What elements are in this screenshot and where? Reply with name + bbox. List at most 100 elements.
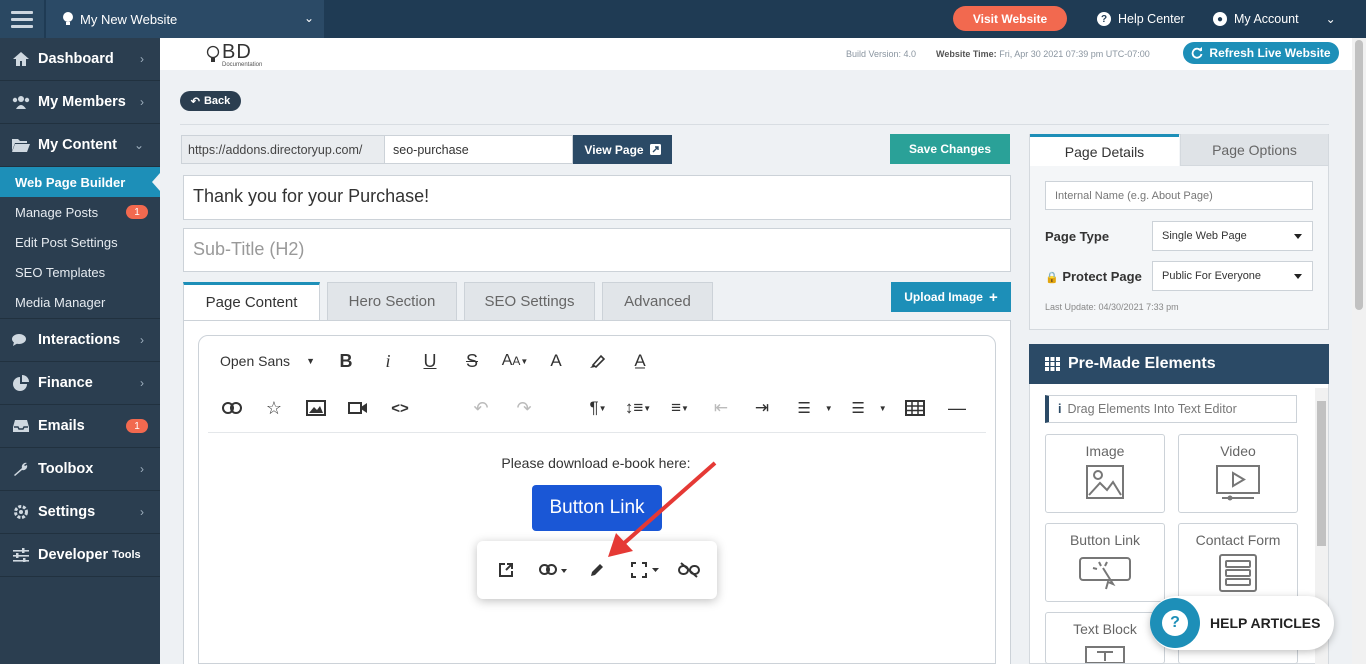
my-content-submenu: Web Page Builder Manage Posts 1 Edit Post… <box>0 167 160 319</box>
underline-icon[interactable]: U <box>420 349 440 373</box>
strikethrough-icon[interactable]: S <box>462 349 482 373</box>
inbox-icon <box>12 419 30 433</box>
page-title-input[interactable]: Thank you for your Purchase! <box>183 175 1011 220</box>
refresh-icon <box>1192 47 1203 59</box>
sidebar-subitem-label: Manage Posts <box>15 204 99 220</box>
font-family-dropdown[interactable]: Open Sans ▼ <box>220 349 324 373</box>
code-view-icon[interactable]: <> <box>389 397 411 419</box>
sliders-icon <box>12 548 30 562</box>
lock-icon: 🔒 <box>1045 272 1059 284</box>
sidebar-subitem-media-manager[interactable]: Media Manager <box>0 287 160 319</box>
sidebar-item-finance[interactable]: Finance › <box>0 362 160 405</box>
sidebar-item-label: Emails <box>38 418 85 434</box>
sidebar-item-my-content[interactable]: My Content ⌄ <box>0 124 160 167</box>
website-selector[interactable]: My New Website ⌄ <box>46 0 324 38</box>
clear-format-icon[interactable]: A̲ <box>630 349 650 373</box>
save-changes-button[interactable]: Save Changes <box>890 134 1010 164</box>
sidebar-subitem-web-page-builder[interactable]: Web Page Builder <box>0 167 160 197</box>
element-button-link[interactable]: Button Link <box>1045 523 1165 602</box>
sidebar-item-settings[interactable]: Settings › <box>0 491 160 534</box>
view-page-button[interactable]: View Page <box>573 135 672 164</box>
tab-advanced[interactable]: Advanced <box>602 282 713 320</box>
chevron-right-icon: › <box>140 376 144 390</box>
page-type-label: Page Type <box>1045 229 1110 244</box>
drag-hint: i Drag Elements Into Text Editor <box>1045 395 1297 423</box>
page-type-select[interactable]: Single Web Page <box>1152 221 1313 251</box>
bold-icon[interactable]: B <box>337 349 355 373</box>
tab-seo-settings[interactable]: SEO Settings <box>464 282 595 320</box>
tab-page-content[interactable]: Page Content <box>183 282 320 320</box>
sidebar-item-my-members[interactable]: My Members › <box>0 81 160 124</box>
align-icon[interactable]: ≡ ▼ <box>665 397 695 419</box>
refresh-live-website-button[interactable]: Refresh Live Website <box>1183 42 1339 64</box>
hamburger-menu-icon[interactable] <box>0 0 44 38</box>
indent-icon[interactable]: ⇥ <box>751 397 773 419</box>
url-slug-input[interactable]: seo-purchase <box>385 135 573 164</box>
protect-page-label: 🔒 Protect Page <box>1045 269 1142 284</box>
paragraph-format-icon[interactable]: ¶ ▼ <box>584 397 612 419</box>
my-account-menu[interactable]: ● My Account ⌄ <box>1213 0 1336 38</box>
italic-icon[interactable]: i <box>380 349 396 373</box>
sidebar-item-developer-tools[interactable]: Developer Tools <box>0 534 160 577</box>
page-scrollbar-thumb[interactable] <box>1355 40 1363 310</box>
text-color-icon[interactable]: A <box>547 349 565 373</box>
subtitle-input[interactable]: Sub-Title (H2) <box>183 228 1011 272</box>
ordered-list-icon[interactable]: ☰ ▼ <box>794 397 836 419</box>
tab-page-details[interactable]: Page Details <box>1030 134 1179 166</box>
sidebar-item-toolbox[interactable]: Toolbox › <box>0 448 160 491</box>
star-icon[interactable]: ☆ <box>264 397 284 419</box>
element-contact-form[interactable]: Contact Form <box>1178 523 1298 602</box>
chevron-right-icon: › <box>140 333 144 347</box>
sidebar-subitem-edit-post-settings[interactable]: Edit Post Settings <box>0 227 160 257</box>
upload-image-button[interactable]: Upload Image + <box>891 282 1011 312</box>
element-text-block[interactable]: Text Block <box>1045 612 1165 664</box>
sidebar-item-label: Finance <box>38 375 93 391</box>
tab-hero-section[interactable]: Hero Section <box>327 282 457 320</box>
table-icon[interactable] <box>904 397 926 419</box>
element-label: Video <box>1220 443 1256 459</box>
link-icon[interactable] <box>221 397 243 419</box>
sidebar-subitem-manage-posts[interactable]: Manage Posts 1 <box>0 197 160 227</box>
protect-page-text: Protect Page <box>1062 269 1142 284</box>
redo-icon[interactable]: ↷ <box>514 397 534 419</box>
help-circle-icon[interactable]: ? <box>1150 598 1200 648</box>
outdent-icon[interactable]: ⇤ <box>710 397 732 419</box>
chevron-down-icon: ⌄ <box>133 138 144 152</box>
website-time: Website Time: Fri, Apr 30 2021 07:39 pm … <box>936 49 1150 59</box>
back-button[interactable]: ↶ Back <box>180 91 241 111</box>
open-link-icon[interactable] <box>495 559 517 581</box>
video-icon[interactable] <box>348 397 368 419</box>
horizontal-line-icon[interactable]: — <box>946 397 968 419</box>
my-account-label: My Account <box>1234 12 1299 26</box>
plus-icon: + <box>988 288 998 306</box>
line-height-icon[interactable]: ↕≡ ▼ <box>622 397 654 419</box>
sidebar-item-dashboard[interactable]: Dashboard › <box>0 38 160 81</box>
image-icon <box>1086 465 1124 499</box>
url-prefix: https://addons.directoryup.com/ <box>181 135 385 164</box>
tab-page-options[interactable]: Page Options <box>1180 134 1328 166</box>
sidebar-item-interactions[interactable]: Interactions › <box>0 319 160 362</box>
logo-subtext: Documentation <box>222 62 263 68</box>
undo-icon[interactable]: ↶ <box>471 397 491 419</box>
highlight-brush-icon[interactable] <box>588 349 608 373</box>
unordered-list-icon[interactable]: ☰ ▼ <box>848 397 890 419</box>
sidebar-item-label: Settings <box>38 504 96 520</box>
internal-name-input[interactable]: Internal Name (e.g. About Page) <box>1045 181 1313 210</box>
element-video[interactable]: Video <box>1178 434 1298 513</box>
sidebar-item-label: Interactions <box>38 332 121 348</box>
website-time-value: Fri, Apr 30 2021 07:39 pm UTC-07:00 <box>999 49 1150 59</box>
help-center-link[interactable]: ? Help Center <box>1097 0 1185 38</box>
image-icon[interactable] <box>306 397 326 419</box>
protect-page-select[interactable]: Public For Everyone <box>1152 261 1313 291</box>
font-size-icon[interactable]: A A ▼ <box>499 349 531 373</box>
element-label: Contact Form <box>1195 532 1281 548</box>
build-version: Build Version: 4.0 <box>846 49 917 59</box>
sidebar-item-emails[interactable]: Emails 1 <box>0 405 160 448</box>
refresh-button-label: Refresh Live Website <box>1209 46 1331 60</box>
element-image[interactable]: Image <box>1045 434 1165 513</box>
wrench-icon <box>12 462 30 476</box>
link-style-icon[interactable] <box>535 559 571 581</box>
visit-website-button[interactable]: Visit Website <box>953 6 1067 31</box>
elements-scrollbar-thumb[interactable] <box>1317 401 1326 546</box>
sidebar-subitem-seo-templates[interactable]: SEO Templates <box>0 257 160 287</box>
